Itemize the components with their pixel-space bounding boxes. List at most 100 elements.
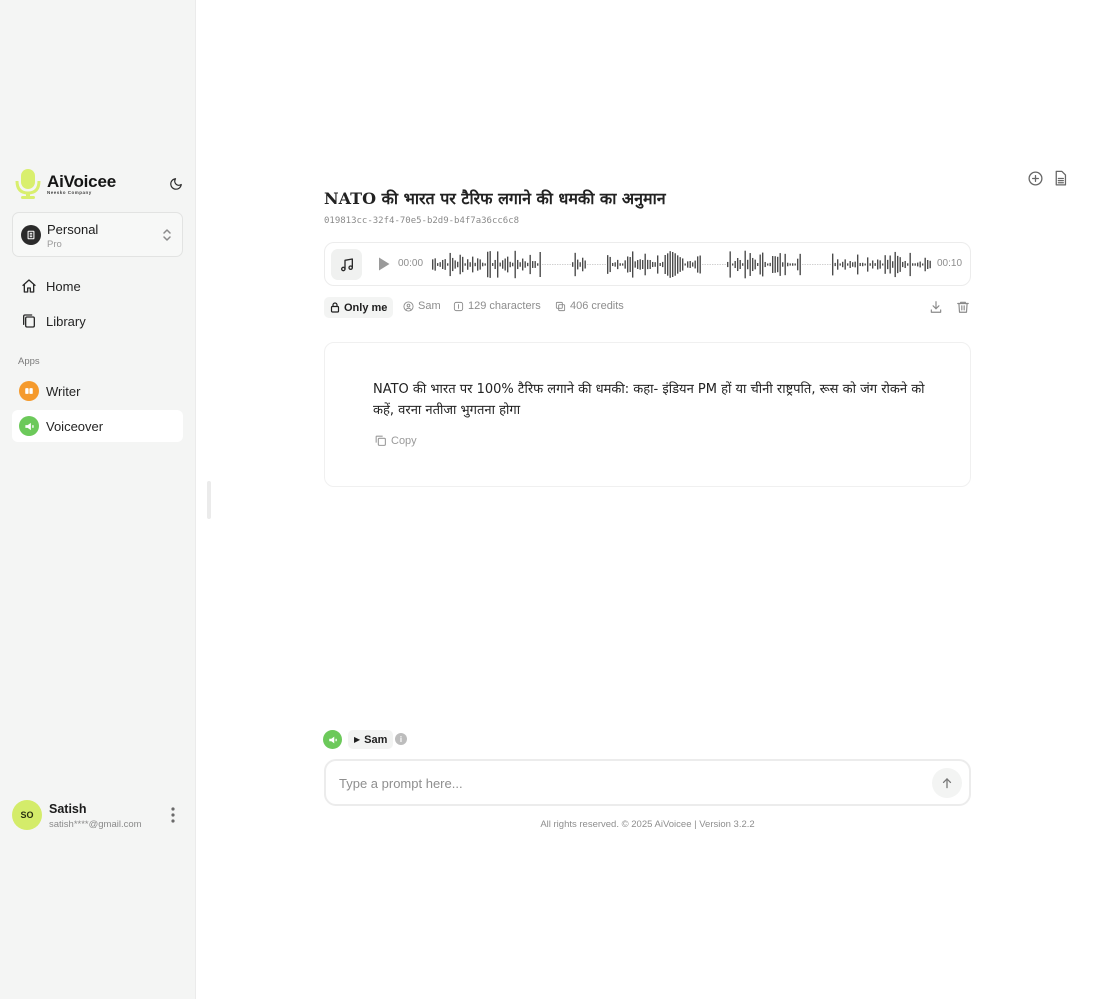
waveform-bar (729, 251, 731, 278)
visibility-label: Only me (344, 301, 388, 314)
waveform-bar (849, 261, 851, 268)
sidebar-resize-handle[interactable] (207, 481, 211, 519)
waveform-bar (634, 261, 636, 268)
nav-library[interactable]: Library (12, 305, 183, 337)
waveform-bar (912, 263, 914, 266)
library-icon (20, 312, 38, 330)
waveform-bar (594, 264, 596, 265)
waveform-bar (862, 262, 864, 267)
waveform-bar (672, 251, 674, 278)
waveform-bar (794, 263, 796, 266)
waveform-bar (852, 262, 854, 267)
waveform-bar (784, 253, 786, 276)
waveform-bar (537, 263, 539, 266)
waveform-bar (622, 263, 624, 266)
waveform-bar (469, 262, 471, 267)
waveform-bar (554, 264, 556, 265)
user-profile[interactable]: SO Satish satish****@gmail.com (12, 799, 187, 833)
play-button[interactable] (375, 255, 393, 273)
waveform-bar (774, 256, 776, 273)
waveform-bar (577, 259, 579, 270)
app-writer[interactable]: Writer (12, 375, 183, 407)
new-item-plus-icon[interactable] (1025, 168, 1045, 188)
waveform-bar (512, 262, 514, 267)
trash-icon[interactable] (954, 298, 972, 316)
send-button[interactable] (932, 768, 962, 798)
lock-icon (330, 302, 340, 313)
waveform-bar (842, 261, 844, 268)
brand-name: AiVoicee (47, 172, 116, 191)
waveform-bar (777, 256, 779, 273)
waveform-bar (534, 261, 536, 268)
waveform-bar (567, 264, 569, 265)
waveform-bar (674, 253, 676, 276)
credits-icon (555, 301, 566, 311)
waveform-bar (717, 264, 719, 265)
waveform[interactable] (432, 249, 932, 280)
info-icon[interactable]: i (395, 733, 407, 745)
waveform-bar (867, 257, 869, 272)
waveform-bar (894, 251, 896, 278)
document-id: 019813cc-32f4-70e5-b2d9-b4f7a36cc6c8 (324, 216, 520, 226)
waveform-bar (802, 264, 804, 265)
waveform-bar (727, 261, 729, 268)
waveform-bar (659, 262, 661, 267)
waveform-bar (834, 262, 836, 267)
waveform-bar (879, 260, 881, 269)
waveform-bar (809, 264, 811, 265)
waveform-bar (514, 250, 516, 279)
waveform-bar (677, 255, 679, 274)
waveform-bar (459, 254, 461, 275)
waveform-bar (712, 264, 714, 265)
waveform-bar (624, 260, 626, 269)
waveform-bar (914, 263, 916, 266)
waveform-bar (807, 264, 809, 265)
waveform-bar (579, 262, 581, 267)
waveform-bar (887, 259, 889, 270)
waveform-bar (919, 261, 921, 268)
waveform-bar (929, 260, 931, 269)
workspace-name: Personal (47, 222, 99, 237)
waveform-bar (449, 252, 451, 277)
app-voiceover-label: Voiceover (46, 418, 104, 434)
waveform-bar (757, 263, 759, 266)
voice-name: Sam (418, 300, 441, 312)
workspace-switcher[interactable]: Personal Pro (12, 212, 183, 257)
music-note-icon[interactable] (331, 249, 362, 280)
brand[interactable]: AiVoicee Neesko Company (15, 168, 185, 200)
waveform-bar (847, 263, 849, 266)
waveform-bar (917, 262, 919, 267)
waveform-bar (769, 262, 771, 267)
more-vertical-icon[interactable] (167, 806, 179, 824)
nav-home[interactable]: Home (12, 270, 183, 302)
waveform-bar (487, 251, 489, 278)
audio-player: 00:00 00:10 (324, 242, 971, 286)
user-name: Satish (49, 802, 87, 816)
nav-home-label: Home (46, 278, 81, 294)
waveform-bar (762, 252, 764, 277)
waveform-bar (767, 263, 769, 266)
waveform-bar (559, 264, 561, 265)
voice-select-button[interactable]: ▶ Sam (348, 730, 394, 749)
footer: All rights reserved. © 2025 AiVoicee | V… (540, 819, 755, 830)
visibility-badge[interactable]: Only me (324, 297, 394, 318)
waveform-bar (859, 262, 861, 267)
waveform-bar (724, 264, 726, 265)
waveform-bar (647, 259, 649, 270)
waveform-bar (599, 264, 601, 265)
waveform-bar (907, 263, 909, 266)
copy-button[interactable]: Copy (374, 434, 417, 447)
waveform-bar (679, 257, 681, 272)
waveform-bar (857, 254, 859, 275)
download-icon[interactable] (927, 298, 945, 316)
theme-toggle-moon-icon[interactable] (166, 174, 186, 194)
waveform-bar (614, 262, 616, 267)
app-voiceover[interactable]: Voiceover (12, 410, 183, 442)
waveform-bar (764, 261, 766, 268)
waveform-bar (684, 263, 686, 266)
prompt-input[interactable] (339, 771, 919, 795)
waveform-bar (854, 261, 856, 268)
voice-chip-label: Sam (364, 733, 388, 746)
document-icon[interactable] (1050, 168, 1070, 188)
waveform-bar (927, 260, 929, 269)
